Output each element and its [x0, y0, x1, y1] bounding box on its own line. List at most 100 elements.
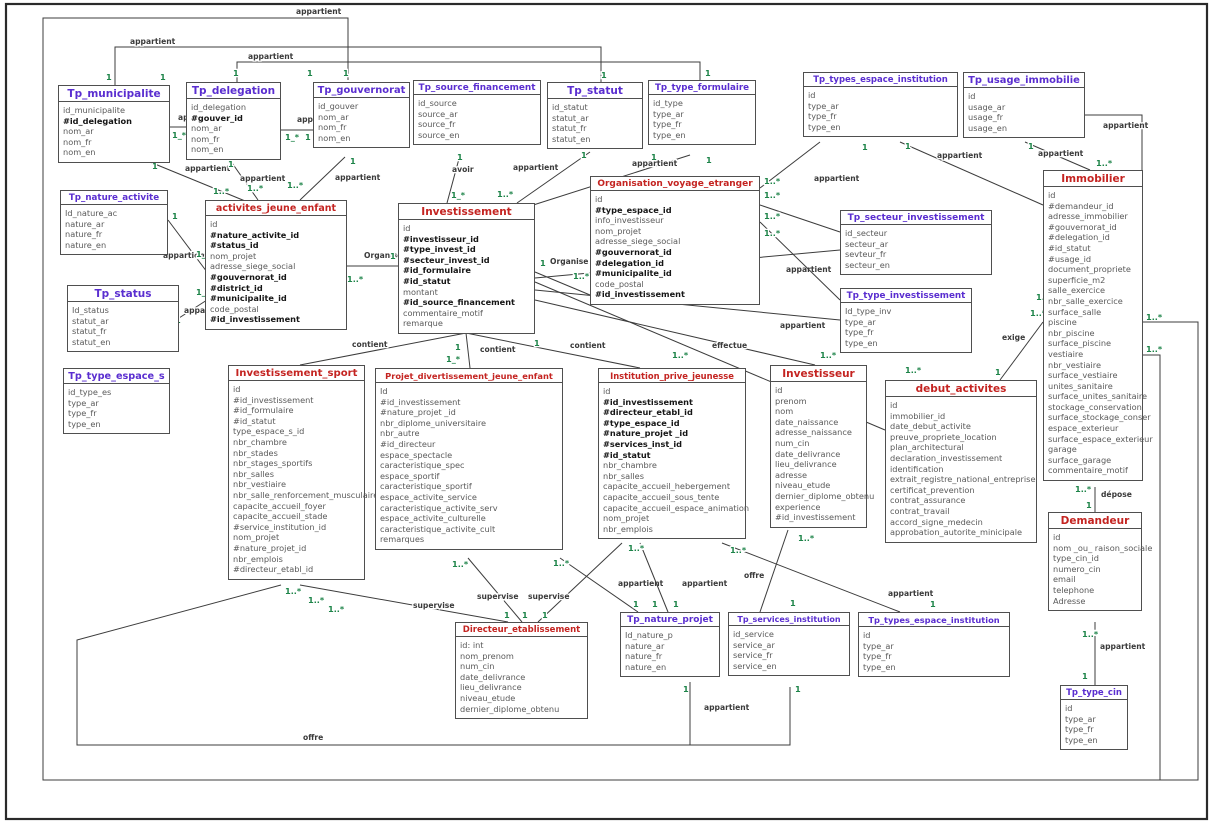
entity-field: secteur_ar	[845, 239, 987, 250]
entity-field: contrat_assurance	[890, 495, 1032, 506]
entity-field: capacite_accueil_sous_tente	[603, 492, 741, 503]
entity-fields: Id_statusstatut_arstatut_frstatut_en	[68, 302, 178, 351]
multiplicity-label: 1	[652, 599, 658, 609]
relationship-label: supervise	[477, 592, 518, 601]
entity-tp_gouvernorat[interactable]: Tp_gouvernoratid_gouvernom_arnom_frnom_e…	[313, 82, 410, 148]
entity-immobilier[interactable]: Immobilierid#demandeur_idadresse_immobil…	[1043, 170, 1143, 481]
entity-tp_statut[interactable]: Tp_statutid_statutstatut_arstatut_frstat…	[547, 82, 643, 149]
multiplicity-label: 1..*	[628, 543, 645, 553]
relationship-label: exige	[1002, 333, 1025, 342]
entity-field: dernier_diplome_obtenu	[460, 704, 583, 715]
entity-field: niveau_etude	[775, 480, 862, 491]
entity-title: Tp_secteur_investissement	[841, 211, 991, 225]
entity-field: id	[1053, 532, 1137, 543]
entity-tp_source_financement[interactable]: Tp_source_financementid_sourcesource_ars…	[413, 80, 541, 145]
multiplicity-label: 1	[305, 132, 311, 142]
entity-field: #id_delegation	[63, 116, 165, 127]
entity-field: #id_investissement	[380, 397, 558, 408]
entity-field: id	[595, 194, 755, 205]
entity-organisation_voyage_etranger[interactable]: Organisation_voyage_etrangerid#type_espa…	[590, 176, 760, 305]
entity-field: sevteur_fr	[845, 249, 987, 260]
entity-field: nom_projet	[595, 226, 755, 237]
entity-field: garage	[1048, 444, 1138, 455]
entity-field: surface_espace_exterieur	[1048, 434, 1138, 445]
entity-field: #id_investissement	[233, 395, 360, 406]
entity-title: Tp_type_espace_s	[64, 369, 169, 384]
entity-fields: Id_nature_pnature_arnature_frnature_en	[621, 627, 719, 676]
entity-field: type_cin_id	[1053, 553, 1137, 564]
entity-title: activites_jeune_enfant	[206, 201, 346, 216]
entity-field: type_fr	[863, 651, 1005, 662]
entity-investissement_sport[interactable]: Investissement_sportid#id_investissement…	[228, 365, 365, 580]
relationship-label: appartient	[704, 703, 750, 712]
entity-field: #id_investissement	[603, 397, 741, 408]
multiplicity-label: 1	[534, 338, 540, 348]
entity-field: adresse_siege_social	[595, 236, 755, 247]
entity-field: date_delivrance	[775, 449, 862, 460]
entity-directeur_etablissement[interactable]: Directeur_etablissementid: intnom_prenom…	[455, 622, 588, 719]
entity-tp_secteur_investissement[interactable]: Tp_secteur_investissementid_secteursecte…	[840, 210, 992, 275]
entity-field: #nature_projet _id	[380, 407, 558, 418]
entity-field: document_propriete	[1048, 264, 1138, 275]
entity-field: type_ar	[845, 317, 967, 328]
entity-field: nom	[775, 406, 862, 417]
entity-field: #id_statut	[603, 450, 741, 461]
entity-projet_divertissement_jeune_enfant[interactable]: Projet_divertissement_jeune_enfantId#id_…	[375, 368, 563, 550]
multiplicity-label: 1	[930, 599, 936, 609]
entity-tp_usage_immobilie[interactable]: Tp_usage_immobilieidusage_arusage_frusag…	[963, 72, 1085, 138]
entity-field: stockage_conservation	[1048, 402, 1138, 413]
entity-title: Investissement_sport	[229, 366, 364, 381]
relationship-edge	[538, 543, 622, 622]
entity-fields: id#investisseur_id#type_invest_id#secteu…	[399, 220, 534, 333]
entity-field: surface_salle	[1048, 307, 1138, 318]
entity-field: #nature_projet_id	[233, 543, 360, 554]
relationship-label: Organise	[550, 257, 588, 266]
multiplicity-label: 1	[683, 684, 689, 694]
entity-field: source_en	[418, 130, 536, 141]
entity-field: nom_en	[191, 144, 276, 155]
relationship-label: appartient	[130, 37, 176, 46]
entity-tp_types_espace_institution-2[interactable]: Tp_types_espace_institutionidtype_artype…	[858, 612, 1010, 677]
entity-title: Tp_type_investissement	[841, 289, 971, 303]
entity-fields: id#nature_activite_id#status_idnom_proje…	[206, 216, 346, 329]
entity-title: Immobilier	[1044, 171, 1142, 187]
entity-field: type_ar	[68, 398, 165, 409]
entity-institution_prive_jeunesse[interactable]: Institution_prive_jeunesseid#id_investis…	[598, 368, 746, 539]
multiplicity-label: 1	[905, 141, 911, 151]
entity-tp_status[interactable]: Tp_statusId_statusstatut_arstatut_frstat…	[67, 285, 179, 352]
entity-tp_services_institution[interactable]: Tp_services_institutionid_serviceservice…	[728, 612, 850, 676]
entity-fields: id_sourcesource_arsource_frsource_en	[414, 95, 540, 144]
entity-tp_type_espace_s[interactable]: Tp_type_espace_sid_type_estype_artype_fr…	[63, 368, 170, 434]
entity-field: #secteur_invest_id	[403, 255, 530, 266]
entity-field: source_fr	[418, 119, 536, 130]
entity-tp_type_cin[interactable]: Tp_type_cinidtype_artype_frtype_en	[1060, 685, 1128, 750]
entity-tp_nature_activite[interactable]: Tp_nature_activiteId_nature_acnature_arn…	[60, 190, 168, 255]
entity-investisseur[interactable]: Investisseuridprenomnomdate_naissanceadr…	[770, 365, 867, 528]
entity-field: adresse	[775, 470, 862, 481]
entity-investissement[interactable]: Investissementid#investisseur_id#type_in…	[398, 203, 535, 334]
entity-field: #id_formulaire	[233, 405, 360, 416]
entity-debut_activites[interactable]: debut_activitesidimmobilier_iddate_debut…	[885, 380, 1037, 543]
entity-activites_jeune_enfant[interactable]: activites_jeune_enfantid#nature_activite…	[205, 200, 347, 330]
entity-field: #municipalite_id	[595, 268, 755, 279]
entity-tp_municipalite[interactable]: Tp_municipaliteid_municipalite#id_delega…	[58, 85, 170, 163]
entity-demandeur[interactable]: Demandeuridnom _ou_ raison_socialetype_c…	[1048, 512, 1142, 611]
entity-fields: idtype_artype_frtype_en	[1061, 700, 1127, 749]
entity-field: nbr_vestiaire	[1048, 360, 1138, 371]
entity-tp_type_formulaire[interactable]: Tp_type_formulaireid_typetype_artype_frt…	[648, 80, 756, 145]
entity-field: #service_institution_id	[233, 522, 360, 533]
entity-field: id_statut	[552, 102, 638, 113]
entity-field: #id_investissement	[210, 314, 342, 325]
relationship-label: appartient	[248, 52, 294, 61]
entity-tp_nature_projet[interactable]: Tp_nature_projetId_nature_pnature_arnatu…	[620, 612, 720, 677]
entity-field: unites_sanitaire	[1048, 381, 1138, 392]
entity-field: #nature_projet _id	[603, 428, 741, 439]
entity-field: #id_statut	[403, 276, 530, 287]
entity-title: Tp_source_financement	[414, 81, 540, 95]
entity-field: id	[890, 400, 1032, 411]
entity-tp_types_espace_institution[interactable]: Tp_types_espace_institutionidtype_artype…	[803, 72, 958, 137]
multiplicity-label: 1	[522, 610, 528, 620]
entity-fields: id_gouvernom_arnom_frnom_en	[314, 98, 409, 147]
entity-tp_type_investissement[interactable]: Tp_type_investissementId_type_invtype_ar…	[840, 288, 972, 353]
entity-tp_delegation[interactable]: Tp_delegationid_delegation#gouver_idnom_…	[186, 82, 281, 160]
